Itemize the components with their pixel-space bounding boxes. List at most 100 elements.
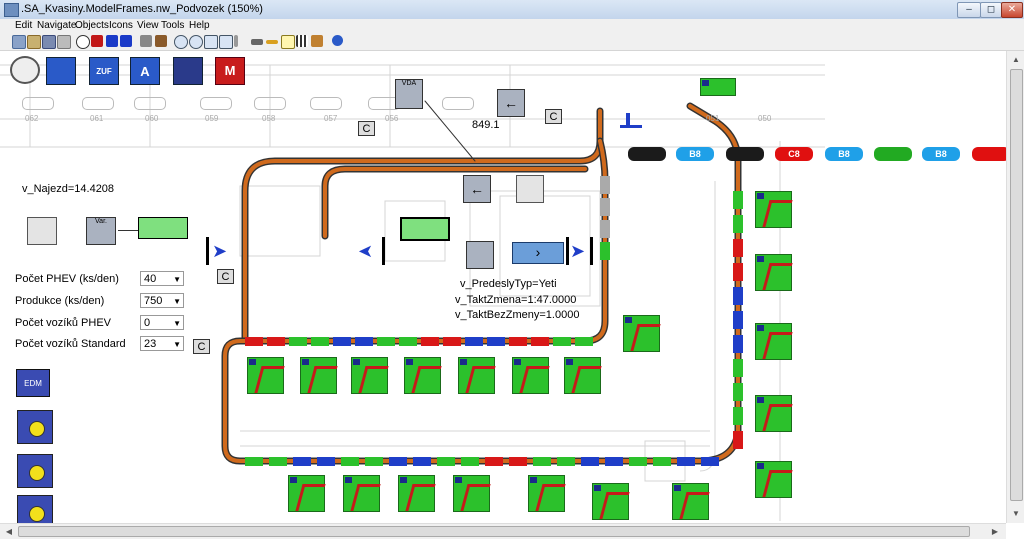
robot-cell[interactable] (755, 461, 793, 498)
vda-source-icon[interactable] (466, 241, 494, 269)
init-icon[interactable]: M (215, 57, 245, 85)
frame-icon[interactable] (516, 175, 544, 203)
connector-icon[interactable] (266, 40, 278, 44)
slot-label: 060 (145, 114, 159, 123)
car-b8[interactable]: B8 (922, 147, 960, 161)
open-icon[interactable] (27, 35, 41, 49)
eventcontroller-icon[interactable] (10, 56, 40, 84)
pencil-icon[interactable] (234, 35, 238, 47)
phev-dropdown[interactable]: 40 ▼ (140, 271, 184, 286)
robot-cell[interactable] (453, 475, 491, 512)
clock-icon[interactable] (17, 410, 53, 444)
comment-icon[interactable] (281, 35, 295, 49)
robot-top[interactable] (700, 78, 736, 96)
play-icon[interactable] (106, 35, 118, 47)
scroll-right-icon[interactable]: ▶ (988, 525, 1002, 538)
method-icon[interactable] (46, 57, 76, 85)
shuttle-template[interactable] (138, 217, 188, 239)
vda-eompp-icon[interactable]: VDA (395, 79, 423, 109)
robot-cell[interactable] (755, 395, 793, 432)
robot-cell[interactable] (528, 475, 566, 512)
close-button[interactable]: ✕ (1001, 2, 1023, 18)
robot-cell[interactable] (404, 357, 442, 394)
robot-cell[interactable] (458, 357, 496, 394)
car[interactable] (726, 147, 764, 161)
c-button-top2[interactable]: C (545, 109, 562, 124)
rewind-icon[interactable] (91, 35, 103, 47)
robot-cell[interactable] (564, 357, 602, 394)
save-icon[interactable] (42, 35, 56, 49)
model-canvas[interactable]: 062 061 060 059 058 057 056 051 050 ZUF … (0, 51, 1006, 523)
delete-icon[interactable] (140, 35, 152, 47)
car-c8[interactable]: C8 (775, 147, 813, 161)
horizontal-scroll-thumb[interactable] (18, 526, 970, 537)
maximize-button[interactable]: ◻ (980, 2, 1002, 18)
new-icon[interactable] (12, 35, 26, 49)
car-b8[interactable]: B8 (825, 147, 863, 161)
car-b8[interactable]: B8 (676, 147, 714, 161)
car[interactable] (628, 147, 666, 161)
horizontal-scrollbar[interactable]: ◀ ▶ (0, 523, 1006, 539)
step-icon[interactable] (120, 35, 132, 47)
edm-icon[interactable]: EDM (16, 369, 50, 397)
robot-cell[interactable] (755, 191, 793, 228)
car[interactable] (874, 147, 912, 161)
shuttle-buffer[interactable] (400, 217, 450, 241)
c-button-top1[interactable]: C (358, 121, 375, 136)
shuttle (399, 337, 417, 346)
menu-help[interactable]: Help (189, 20, 210, 31)
tools-icon[interactable] (311, 35, 323, 47)
robot-cell[interactable] (288, 475, 326, 512)
zoom-out-icon[interactable] (189, 35, 203, 49)
menu-objects[interactable]: Objects (75, 20, 109, 31)
vertical-scroll-thumb[interactable] (1010, 69, 1023, 501)
conveyor-block[interactable]: › (512, 242, 564, 264)
display-icon[interactable] (173, 57, 203, 85)
grid-icon[interactable] (296, 35, 308, 47)
timer-icon[interactable] (76, 35, 90, 49)
vda-var-icon[interactable]: Var. (86, 217, 116, 245)
vozik-phev-dropdown[interactable]: 0 ▼ (140, 315, 184, 330)
c-button-mid[interactable]: C (217, 269, 234, 284)
menu-navigate[interactable]: Navigate (37, 20, 76, 31)
vertical-scrollbar[interactable]: ▲ ▼ (1006, 51, 1024, 523)
clock-icon[interactable] (17, 495, 53, 523)
robot-cell[interactable] (343, 475, 381, 512)
scroll-down-icon[interactable]: ▼ (1009, 507, 1023, 520)
robot-cell[interactable] (672, 483, 710, 520)
zuf-icon[interactable]: ZUF (89, 57, 119, 85)
menu-icons[interactable]: Icons (109, 20, 133, 31)
robot-cell[interactable] (300, 357, 338, 394)
robot-cell[interactable] (398, 475, 436, 512)
robot-cell[interactable] (351, 357, 389, 394)
vda-exit-icon[interactable]: ← (497, 89, 525, 117)
menu-tools[interactable]: Tools (161, 20, 184, 31)
frame-icon[interactable] (27, 217, 57, 245)
robot-cell[interactable] (755, 254, 793, 291)
help-icon[interactable] (332, 35, 343, 46)
robot-cell[interactable] (247, 357, 285, 394)
zoom-box-icon[interactable] (219, 35, 233, 49)
scroll-left-icon[interactable]: ◀ (2, 525, 16, 538)
minimize-button[interactable]: – (957, 2, 981, 18)
menu-view[interactable]: View (137, 20, 159, 31)
a-icon[interactable]: A (130, 57, 160, 85)
cut-icon[interactable] (57, 35, 71, 49)
robot-cell[interactable] (512, 357, 550, 394)
vda-return-icon[interactable]: ← (463, 175, 491, 203)
car[interactable] (972, 147, 1006, 161)
produkce-dropdown[interactable]: 750 ▼ (140, 293, 184, 308)
robot-cell[interactable] (755, 323, 793, 360)
scroll-up-icon[interactable]: ▲ (1009, 53, 1023, 66)
shuttle (653, 457, 671, 466)
robot-cell[interactable] (592, 483, 630, 520)
c-button-form[interactable]: C (193, 339, 210, 354)
vozik-standard-dropdown[interactable]: 23 ▼ (140, 336, 184, 351)
zoom-in-icon[interactable] (174, 35, 188, 49)
brush-icon[interactable] (155, 35, 167, 47)
clock-icon[interactable] (17, 454, 53, 488)
conveyor-icon[interactable] (251, 39, 263, 45)
zoom-fit-icon[interactable] (204, 35, 218, 49)
robot-cell[interactable] (623, 315, 661, 352)
menu-edit[interactable]: Edit (15, 20, 32, 31)
